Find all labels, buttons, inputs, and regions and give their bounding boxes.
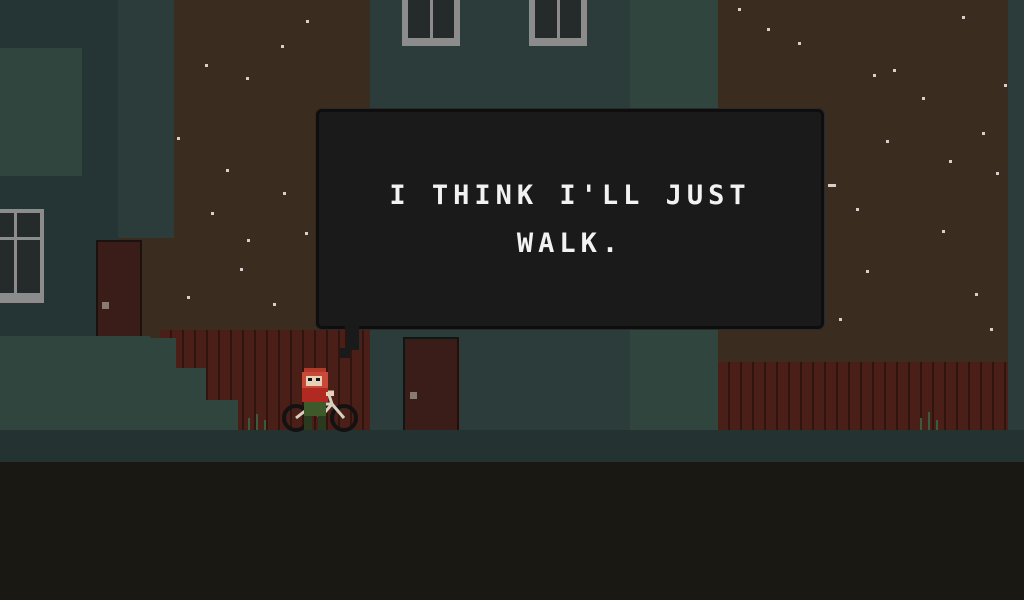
star-icon [982, 132, 985, 135]
grass-tuft [264, 420, 266, 430]
grass-tuft [248, 418, 250, 430]
star-icon [996, 172, 999, 175]
left-building-front [0, 48, 82, 176]
star-icon [283, 192, 286, 195]
left-door[interactable] [96, 240, 142, 338]
dialogue-text: I THINK I'LL JUST WALK. [319, 172, 821, 268]
player-character-icon[interactable] [296, 366, 336, 432]
speech-bubble-tail-tip [340, 348, 350, 358]
right-fence [718, 362, 1008, 434]
upper-window-left [402, 0, 460, 46]
star-icon [305, 232, 308, 235]
star-icon [211, 212, 214, 215]
star-icon [273, 303, 276, 306]
door-knob [102, 302, 109, 309]
star-icon [1004, 84, 1007, 87]
upper-window-right [529, 0, 587, 46]
star-icon [281, 45, 284, 48]
star-icon [240, 268, 243, 271]
star-icon [886, 140, 889, 143]
star-icon [839, 318, 842, 321]
dialogue-line-2: WALK. [516, 228, 624, 259]
star-icon [177, 137, 180, 140]
star-icon [247, 239, 250, 242]
grass-tuft [256, 414, 258, 430]
star-icon [828, 184, 836, 187]
underground [0, 462, 1024, 600]
star-icon [866, 270, 869, 273]
star-icon [990, 328, 993, 331]
speech-bubble-tail [345, 326, 359, 350]
star-icon [873, 74, 876, 77]
star-icon [856, 208, 859, 211]
stairs-landing [0, 336, 150, 436]
star-icon [205, 64, 208, 67]
door-knob [410, 392, 417, 399]
game-scene: I THINK I'LL JUST WALK. [0, 0, 1024, 600]
dialogue-line-1: I THINK I'LL JUST [389, 180, 751, 211]
left-building-tower [118, 0, 174, 238]
star-icon [922, 97, 925, 100]
grass-tuft [928, 412, 930, 430]
street-ground [0, 430, 1024, 464]
center-door[interactable] [403, 337, 459, 433]
grass-tuft [920, 418, 922, 430]
left-window [0, 209, 44, 303]
star-icon [738, 8, 741, 11]
star-icon [246, 77, 249, 80]
star-icon [975, 293, 978, 296]
grass-tuft [936, 420, 938, 430]
star-icon [226, 169, 229, 172]
right-edge-building [1008, 0, 1024, 440]
speech-bubble[interactable]: I THINK I'LL JUST WALK. [316, 109, 824, 329]
stair-step-1 [146, 338, 176, 436]
star-icon [949, 160, 952, 163]
star-icon [767, 28, 770, 31]
star-icon [962, 16, 965, 19]
star-icon [798, 42, 801, 45]
star-icon [187, 296, 190, 299]
stair-step-2 [176, 368, 206, 436]
star-icon [893, 69, 896, 72]
star-icon [306, 20, 309, 23]
star-icon [942, 230, 945, 233]
